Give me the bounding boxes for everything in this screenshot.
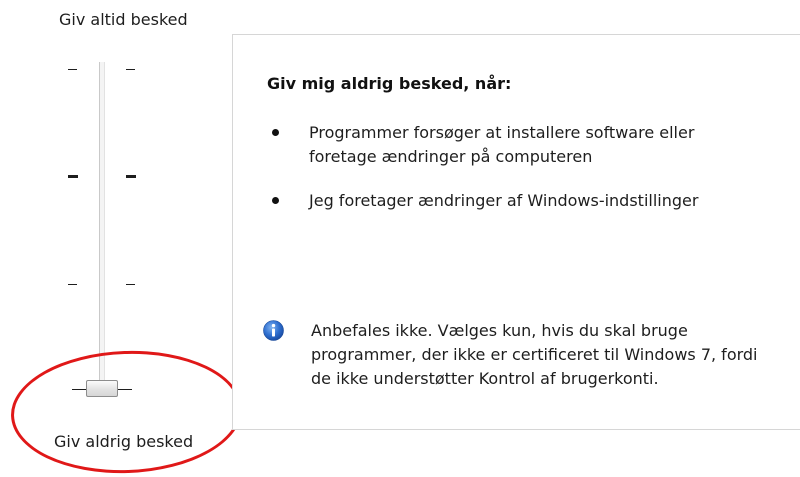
info-text: Anbefales ikke. Vælges kun, hvis du skal… — [311, 321, 758, 388]
bullet-icon — [272, 197, 279, 204]
slider-tick-right-3 — [126, 284, 135, 285]
slider-tick-left-3 — [68, 284, 77, 285]
red-annotation-circle — [8, 347, 245, 477]
slider-tick-right-2 — [126, 175, 136, 178]
bullet-icon — [272, 129, 279, 136]
panel-heading: Giv mig aldrig besked, når: — [267, 74, 512, 93]
bullet-list: Programmer forsøger at installere softwa… — [267, 121, 767, 233]
list-item: Jeg foretager ændringer af Windows-indst… — [267, 189, 767, 213]
list-item: Programmer forsøger at installere softwa… — [267, 121, 767, 169]
bullet-text: Programmer forsøger at installere softwa… — [309, 123, 695, 166]
slider-tick-left-1 — [68, 69, 77, 70]
slider-top-label: Giv altid besked — [59, 10, 188, 29]
info-icon — [263, 320, 284, 341]
slider-track[interactable] — [99, 62, 105, 394]
slider-tick-right-1 — [126, 69, 135, 70]
slider-tick-left-2 — [68, 175, 78, 178]
bullet-text: Jeg foretager ændringer af Windows-indst… — [309, 191, 699, 210]
description-panel: Giv mig aldrig besked, når: Programmer f… — [232, 34, 800, 430]
